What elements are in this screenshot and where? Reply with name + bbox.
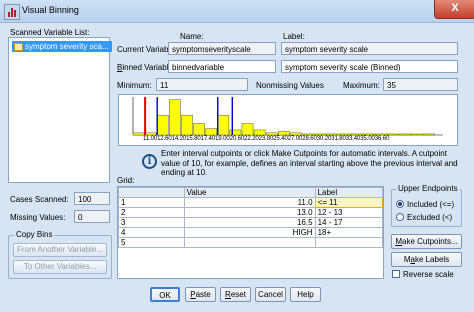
histogram-bar [314, 133, 326, 136]
paste-button[interactable]: Paste [185, 287, 216, 302]
binned-variable-label-input[interactable]: symptom severity scale (Binned) [281, 60, 458, 73]
upper-endpoints-title: Upper Endpoints [396, 184, 460, 193]
histogram-bar [217, 114, 230, 136]
label-header: Label: [283, 32, 305, 41]
histogram-bar [229, 129, 242, 136]
scanned-variable-list[interactable]: symptom severity sca... [8, 37, 112, 183]
grid-cell-label[interactable] [314, 237, 383, 248]
grid-row-number: 2 [118, 207, 185, 218]
grid-cell-label[interactable]: <= 11 [314, 197, 383, 208]
maximum-value: 35 [383, 78, 458, 91]
missing-values-label: Missing Values: [10, 213, 66, 222]
close-button[interactable]: X [434, 0, 474, 19]
app-icon [4, 4, 20, 20]
grid-row-number: 1 [118, 197, 185, 208]
included-label[interactable]: Included (<=) [407, 200, 454, 209]
minimum-label: Minimum: [117, 81, 152, 90]
histogram-bar [156, 114, 169, 136]
histogram-bar [374, 133, 387, 136]
histogram-bar [326, 133, 339, 136]
histogram-bar [278, 131, 290, 136]
grid-cell-value[interactable]: HIGH [183, 227, 316, 238]
current-variable-label-field: symptom severity scale [281, 42, 458, 55]
histogram[interactable]: 11.0012.6014.2015.8017.4019.0020.6022.20… [118, 94, 458, 146]
missing-values-value: 0 [74, 210, 110, 223]
grid-row-number: 3 [118, 217, 185, 228]
copy-to-button[interactable]: To Other Variables... [13, 260, 107, 274]
grid-cell-label[interactable]: 14 - 17 [314, 217, 383, 228]
grid-cell-value[interactable]: 11.0 [183, 197, 316, 208]
histogram-bar [181, 114, 193, 136]
maximum-label: Maximum: [343, 81, 380, 90]
binned-variable-label: Binned Variable: [117, 63, 176, 72]
histogram-bar [253, 129, 266, 136]
list-item[interactable]: symptom severity sca... [12, 41, 112, 52]
cancel-button[interactable]: Cancel [255, 287, 286, 302]
copy-from-button[interactable]: From Another Variable... [13, 243, 107, 257]
name-header: Name: [180, 32, 204, 41]
help-button[interactable]: Help [290, 287, 321, 302]
make-labels-button[interactable]: Make Labels [391, 252, 462, 267]
histogram-bar [169, 99, 181, 136]
included-radio[interactable] [396, 200, 404, 208]
grid-cell-label[interactable]: 18+ [314, 227, 383, 238]
binned-variable-name-input[interactable]: binnedvariable [168, 60, 276, 73]
ok-button[interactable]: OK [150, 287, 180, 302]
histogram-bar [362, 133, 375, 136]
copy-bins-title: Copy Bins [14, 230, 55, 239]
histogram-tick-labels: 11.0012.6014.2015.8017.4019.0020.6022.20… [143, 136, 390, 142]
histogram-bar [387, 133, 399, 136]
nonmissing-label: Nonmissing Values [256, 81, 324, 90]
reverse-scale-checkbox[interactable] [392, 270, 400, 278]
info-text: Enter interval cutpoints or click Make C… [161, 149, 458, 177]
histogram-bar [241, 123, 254, 136]
histogram-bar [302, 133, 314, 136]
info-icon: i [142, 154, 157, 169]
histogram-bar [423, 133, 435, 136]
grid-row-number: 4 [118, 227, 185, 238]
cases-scanned-label: Cases Scanned: [10, 195, 69, 204]
histogram-bar [144, 132, 157, 136]
grid-cell-value[interactable] [183, 237, 316, 248]
grid-header-label: Label [314, 187, 383, 198]
histogram-bar [265, 132, 278, 136]
grid-cell-value[interactable]: 13.0 [183, 207, 316, 218]
minimum-value: 11 [156, 78, 248, 91]
grid-cell-value[interactable]: 16.5 [183, 217, 316, 228]
grid-label: Grid: [117, 176, 135, 185]
histogram-bar [338, 133, 351, 136]
histogram-bar [132, 132, 145, 136]
excluded-radio[interactable] [396, 213, 404, 221]
histogram-bar [350, 133, 363, 136]
histogram-bar [193, 123, 205, 136]
grid-header-row [118, 187, 185, 198]
histogram-bar [399, 133, 411, 136]
ruler-icon [14, 42, 23, 51]
reverse-scale-label[interactable]: Reverse scale [403, 270, 454, 279]
histogram-bar [411, 133, 423, 136]
make-cutpoints-button[interactable]: Make Cutpoints... [391, 234, 462, 249]
cutpoint-grid[interactable]: Value Label 1 11.0 <= 11 2 13.0 12 - 13 3 16.5… [117, 186, 384, 279]
grid-header-value: Value [183, 187, 316, 198]
grid-row-number: 5 [118, 237, 185, 248]
window-title: Visual Binning [22, 5, 79, 15]
current-variable-name: symptomseverityscale [168, 42, 276, 55]
reset-button[interactable]: Reset [220, 287, 251, 302]
excluded-label[interactable]: Excluded (<) [407, 213, 452, 222]
scanned-list-label: Scanned Variable List: [10, 28, 90, 37]
histogram-bar [205, 128, 218, 136]
title-bar: Visual Binning [0, 0, 474, 23]
grid-cell-label[interactable]: 12 - 13 [314, 207, 383, 218]
histogram-bar [290, 132, 302, 136]
cases-scanned-value: 100 [74, 192, 110, 205]
